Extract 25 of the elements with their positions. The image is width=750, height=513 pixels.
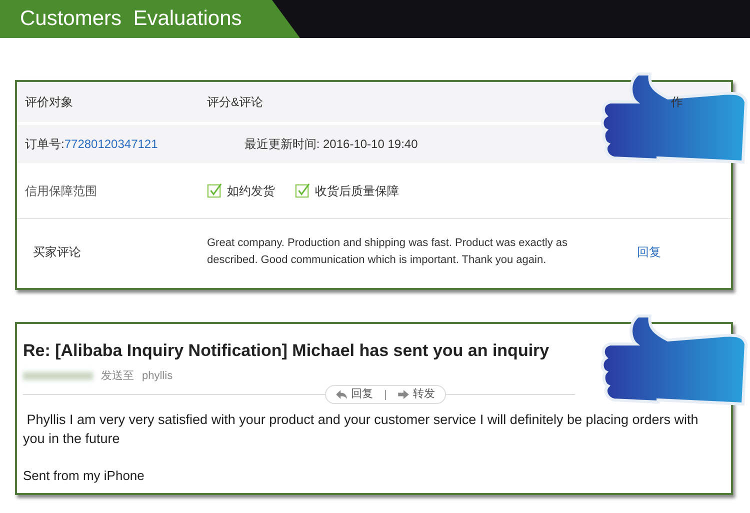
sent-to-label: 发送至 — [101, 368, 134, 384]
email-signature: Sent from my iPhone — [23, 467, 146, 485]
order-label: 订单号: — [25, 136, 64, 153]
email-action-button[interactable]: 回复 — [336, 386, 373, 403]
forward-arrow-icon — [398, 390, 409, 399]
guarantee-label: 信用保障范围 — [25, 182, 98, 200]
checkbox-label: 如约发货 — [227, 182, 275, 200]
comment-text: Great company. Production and shipping was fast. Product was exactly as described. Good communication which is important. Thank you again. — [207, 236, 569, 268]
recipient: phyllis — [142, 368, 173, 384]
checkbox-label: 收货后质量保障 — [315, 182, 399, 200]
checkbox[interactable] — [295, 183, 310, 198]
column-header: 作 — [671, 94, 683, 111]
reply-link[interactable]: 回复 — [637, 243, 661, 261]
email-action-button[interactable]: 转发 — [398, 386, 435, 403]
redacted-sender — [23, 372, 93, 380]
column-header: 评价对象 — [25, 94, 74, 111]
email-body: Phyllis I am very very satisfied with your product and your customer service I will definitely be placing orders with you in the future — [23, 411, 700, 448]
order-number-link[interactable]: 77280120347121 — [64, 135, 244, 153]
column-header: 评分&评论 — [207, 94, 264, 111]
checkbox[interactable] — [207, 183, 222, 198]
comment-label: 买家评论 — [32, 244, 82, 261]
email-subject: Re: [Alibaba Inquiry Notification] Michael has sent you an inquiry — [23, 340, 550, 362]
updated-time: 最近更新时间: 2016-10-10 19:40 — [244, 136, 418, 153]
banner-title: Customers Evaluations — [20, 6, 242, 32]
reply-arrow-icon — [336, 390, 347, 399]
